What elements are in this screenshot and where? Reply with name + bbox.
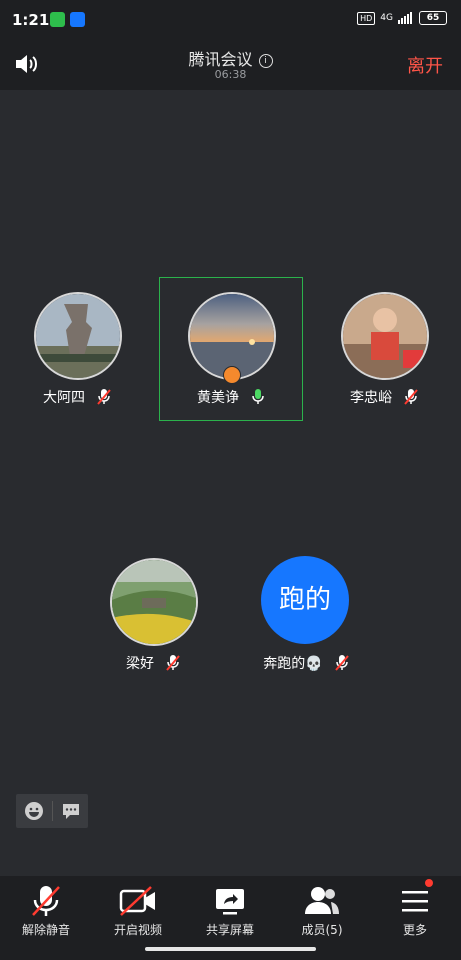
participant-name: 大阿四 — [43, 390, 85, 406]
mic-muted-icon — [166, 655, 180, 671]
participant-tile[interactable]: 梁好 — [79, 545, 229, 685]
start-video-button[interactable]: 开启视频 — [92, 876, 184, 942]
unmute-label: 解除静音 — [21, 923, 70, 937]
home-indicator[interactable] — [145, 947, 316, 951]
unmute-button[interactable]: 解除静音 — [0, 876, 92, 942]
video-off-icon — [119, 886, 155, 916]
share-screen-button[interactable]: 共享屏幕 — [184, 876, 276, 942]
reaction-bar — [16, 794, 88, 828]
share-screen-label: 共享屏幕 — [205, 923, 254, 937]
status-bar: 1:21 HD 4G 65 — [0, 0, 461, 40]
mic-muted-icon — [32, 886, 60, 916]
avatar — [341, 292, 429, 380]
hd-badge: HD — [357, 11, 376, 25]
participant-tile[interactable]: 黄美诤 — [157, 279, 307, 419]
system-indicators: HD 4G 65 — [357, 11, 447, 25]
members-label: 成员(5) — [301, 923, 343, 937]
divider — [52, 801, 53, 821]
mic-muted-icon — [404, 389, 418, 405]
participant-name: 李忠峪 — [350, 390, 392, 406]
wechat-notification-icon — [50, 12, 65, 27]
avatar: 跑的 — [261, 556, 349, 644]
start-video-label: 开启视频 — [113, 923, 162, 937]
avatar-initials: 跑的 — [278, 585, 331, 615]
network-type: 4G — [380, 13, 393, 23]
battery-level: 65 — [419, 11, 447, 25]
mic-muted-icon — [97, 389, 111, 405]
meeting-app-notification-icon — [70, 12, 85, 27]
more-button[interactable]: 更多 — [369, 876, 461, 942]
leave-button[interactable]: 离开 — [407, 52, 443, 78]
participant-tile[interactable]: 跑的 奔跑的💀 — [232, 545, 382, 685]
host-icon — [223, 366, 241, 384]
meeting-title[interactable]: 腾讯会议 i — [0, 46, 461, 70]
mic-muted-icon — [334, 655, 349, 671]
info-icon[interactable]: i — [258, 54, 273, 68]
menu-icon — [402, 891, 428, 912]
participant-name: 黄美诤 — [197, 390, 239, 406]
meeting-duration: 06:38 — [214, 68, 247, 81]
participant-name-row: 黄美诤 — [157, 387, 307, 407]
mic-on-icon — [252, 389, 264, 404]
members-button[interactable]: 成员(5) — [276, 876, 368, 942]
participant-name-row: 奔跑的💀 — [232, 653, 382, 673]
participant-name-row: 李忠峪 — [310, 387, 460, 407]
notification-dot — [425, 879, 433, 887]
share-screen-icon — [216, 889, 244, 915]
avatar — [34, 292, 122, 380]
signal-icon — [398, 12, 412, 24]
participant-name: 梁好 — [126, 656, 154, 672]
meeting-header: 腾讯会议 i 06:38 离开 — [0, 40, 461, 90]
emoji-icon[interactable] — [24, 801, 44, 821]
avatar — [110, 558, 198, 646]
participant-name: 奔跑的💀 — [263, 656, 323, 672]
participant-name-row: 梁好 — [79, 653, 229, 673]
members-icon — [305, 887, 339, 914]
more-label: 更多 — [402, 923, 427, 937]
participant-tile[interactable]: 大阿四 — [3, 279, 153, 419]
participant-tile[interactable]: 李忠峪 — [310, 279, 460, 419]
meeting-title-text: 腾讯会议 — [188, 50, 253, 69]
status-time: 1:21 — [12, 11, 50, 29]
chat-icon[interactable] — [61, 801, 81, 821]
participant-name-row: 大阿四 — [3, 387, 153, 407]
